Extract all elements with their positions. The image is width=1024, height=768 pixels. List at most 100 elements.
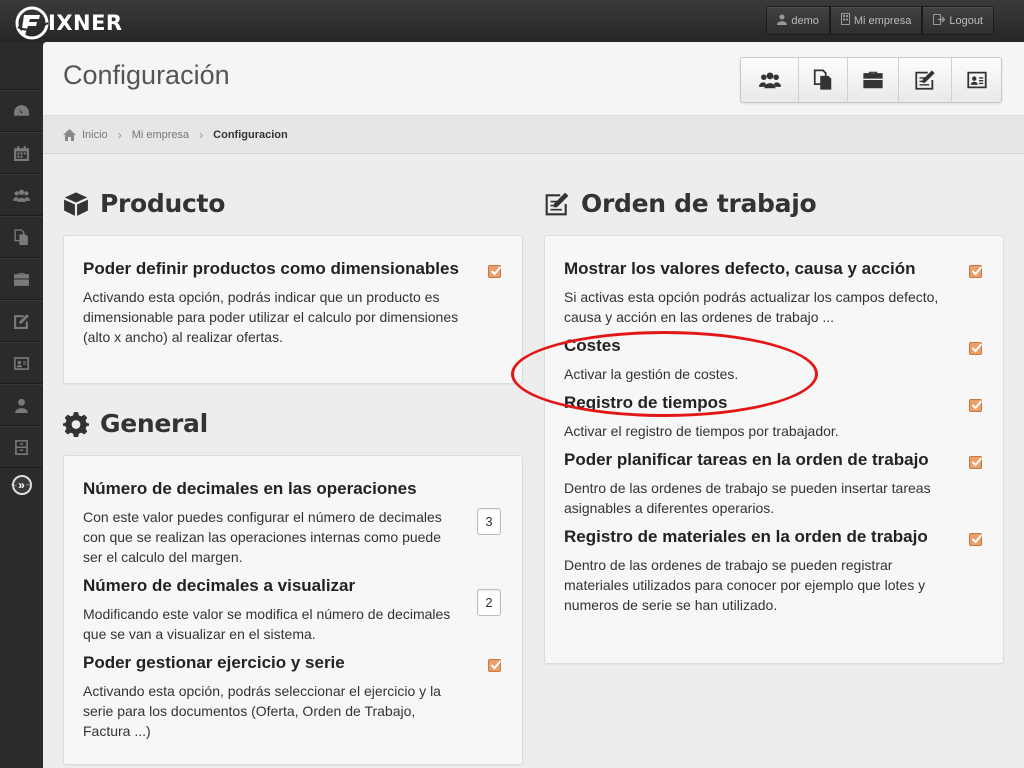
checkbox-registro-materiales[interactable] xyxy=(969,533,983,546)
orden-title: Orden de trabajo xyxy=(581,189,817,218)
rail-calendar[interactable] xyxy=(0,132,43,174)
option-title: Costes xyxy=(564,336,621,355)
option-decimales-operaciones: Número de decimales en las operaciones C… xyxy=(83,478,502,567)
option-desc: Modificando este valor se modifica el nú… xyxy=(83,606,451,642)
option-desc: Activando esta opción, podrás indicar qu… xyxy=(83,289,459,345)
rail-edit[interactable] xyxy=(0,300,43,342)
edit-icon xyxy=(14,313,29,329)
option-desc: Activando esta opción, podrás selecciona… xyxy=(83,683,441,739)
toolbar-documents-button[interactable] xyxy=(799,58,848,102)
option-desc: Con este valor puedes configurar el núme… xyxy=(83,509,442,565)
person-icon xyxy=(15,398,28,413)
option-decimales-visualizar: Número de decimales a visualizar Modific… xyxy=(83,575,502,644)
producto-title: Producto xyxy=(100,189,226,218)
checkbox-valores-defecto[interactable] xyxy=(969,265,983,278)
option-title: Registro de materiales en la orden de tr… xyxy=(564,527,928,546)
logo-text: IXNER xyxy=(48,11,123,35)
archive-icon xyxy=(15,439,28,455)
expand-sidebar-button[interactable]: » xyxy=(0,474,43,496)
rail-archive[interactable] xyxy=(0,426,43,468)
edit-icon xyxy=(915,70,935,90)
producto-section: Producto xyxy=(63,189,523,218)
option-costes: Costes Activar la gestión de costes. xyxy=(564,335,983,384)
checkbox-costes[interactable] xyxy=(969,342,983,355)
breadcrumb-home[interactable]: Inicio xyxy=(63,128,108,141)
gear-icon xyxy=(63,411,89,437)
option-title: Mostrar los valores defecto, causa y acc… xyxy=(564,259,916,278)
rail-documents[interactable] xyxy=(0,216,43,258)
users-icon xyxy=(13,189,30,202)
option-title: Registro de tiempos xyxy=(564,393,728,412)
option-title: Poder gestionar ejercicio y serie xyxy=(83,653,345,672)
general-panel: Número de decimales en las operaciones C… xyxy=(63,455,523,765)
documents-icon xyxy=(813,69,832,90)
contact-card-icon xyxy=(14,356,29,370)
calendar-icon xyxy=(14,145,29,161)
section-title-orden: Orden de trabajo xyxy=(544,189,1004,218)
chevron-right-icon: › xyxy=(117,127,122,142)
toolbar-edit-button[interactable] xyxy=(899,58,952,102)
fixner-logo-icon xyxy=(14,5,50,41)
rail-dashboard[interactable] xyxy=(0,90,43,132)
option-desc: Activar el registro de tiempos por traba… xyxy=(564,423,839,439)
company-button[interactable]: Mi empresa xyxy=(829,6,923,35)
general-title: General xyxy=(100,409,208,438)
user-label: demo xyxy=(791,14,819,27)
dashboard-icon xyxy=(14,104,29,116)
option-planificar-tareas: Poder planificar tareas en la orden de t… xyxy=(564,449,983,518)
option-desc: Dentro de las ordenes de trabajo se pued… xyxy=(564,557,926,613)
option-title: Número de decimales a visualizar xyxy=(83,576,356,595)
logout-icon xyxy=(933,13,946,28)
rail-person[interactable] xyxy=(0,384,43,426)
breadcrumb-mi-empresa[interactable]: Mi empresa xyxy=(132,129,189,141)
main-content: Configuración Inicio › Mi empresa › Conf… xyxy=(43,42,1024,768)
option-registro-materiales: Registro de materiales en la orden de tr… xyxy=(564,526,983,615)
page-title: Configuración xyxy=(63,60,230,90)
building-icon xyxy=(840,13,850,28)
rail-contacts[interactable] xyxy=(0,342,43,384)
toolbar-users-button[interactable] xyxy=(741,58,799,102)
users-icon xyxy=(758,72,781,89)
checkbox-ejercicio-serie[interactable] xyxy=(488,659,502,672)
option-title: Poder planificar tareas en la orden de t… xyxy=(564,450,929,469)
option-ejercicio-serie: Poder gestionar ejercicio y serie Activa… xyxy=(83,652,502,741)
top-bar: IXNER demo Mi empresa Logout xyxy=(0,0,1024,42)
option-valores-defecto: Mostrar los valores defecto, causa y acc… xyxy=(564,258,983,327)
rail-users[interactable] xyxy=(0,174,43,216)
decimales-visualizar-input[interactable]: 2 xyxy=(477,589,501,616)
page-header: Configuración xyxy=(43,42,1024,116)
company-label: Mi empresa xyxy=(853,14,912,27)
checkbox-dimensionables[interactable] xyxy=(488,265,502,278)
breadcrumb: Inicio › Mi empresa › Configuracion xyxy=(43,116,1024,154)
orden-section: Orden de trabajo xyxy=(544,189,1004,218)
box-icon xyxy=(63,191,89,216)
briefcase-icon xyxy=(863,71,883,89)
chevron-right-icon: › xyxy=(199,127,204,142)
toolbar-contacts-button[interactable] xyxy=(952,58,1001,102)
producto-panel: Poder definir productos como dimensionab… xyxy=(63,235,523,384)
option-title: Número de decimales en las operaciones xyxy=(83,479,417,498)
option-registro-tiempos: Registro de tiempos Activar el registro … xyxy=(564,392,983,441)
user-button[interactable]: demo xyxy=(766,6,830,35)
rail-briefcase[interactable] xyxy=(0,258,43,300)
top-actions: demo Mi empresa Logout xyxy=(766,6,994,35)
checkbox-planificar-tareas[interactable] xyxy=(969,456,983,469)
breadcrumb-current: Configuracion xyxy=(213,128,288,141)
section-title-producto: Producto xyxy=(63,189,523,218)
contact-card-icon xyxy=(966,71,987,89)
logout-button[interactable]: Logout xyxy=(922,6,994,35)
decimales-operaciones-input[interactable]: 3 xyxy=(477,508,501,535)
option-desc: Activar la gestión de costes. xyxy=(564,366,739,382)
section-title-general: General xyxy=(63,409,523,438)
breadcrumb-home-label: Inicio xyxy=(82,128,108,141)
orden-panel: Mostrar los valores defecto, causa y acc… xyxy=(544,235,1004,664)
logout-label: Logout xyxy=(949,14,983,27)
home-icon xyxy=(63,128,76,141)
briefcase-icon xyxy=(14,272,29,286)
option-desc: Dentro de las ordenes de trabajo se pued… xyxy=(564,480,931,516)
toolbar-briefcase-button[interactable] xyxy=(848,58,899,102)
checkbox-registro-tiempos[interactable] xyxy=(969,399,983,412)
app-logo[interactable]: IXNER xyxy=(14,5,123,41)
left-sidebar: » xyxy=(0,42,43,768)
edit-icon xyxy=(545,192,569,215)
